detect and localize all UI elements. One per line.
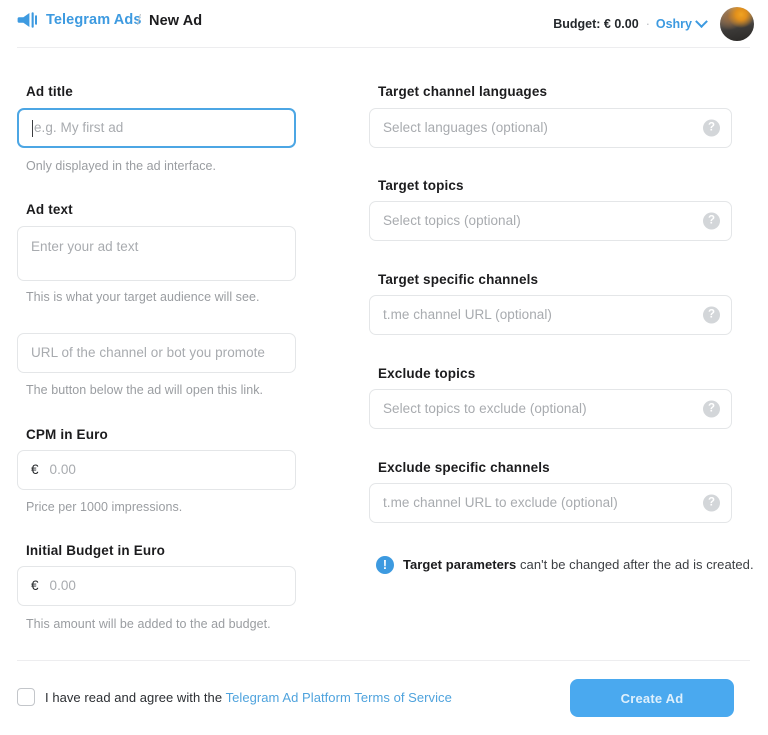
app-header: Telegram Ads / New Ad Budget: € 0.00 · O… [0, 0, 768, 47]
target-topics-label: Target topics [378, 178, 464, 193]
target-channels-label: Target specific channels [378, 272, 539, 287]
breadcrumb-separator: / [137, 13, 142, 29]
target-topics-input[interactable]: Select topics (optional) ? [369, 201, 732, 241]
terms-of-service-link[interactable]: Telegram Ad Platform Terms of Service [226, 690, 452, 705]
avatar[interactable] [720, 7, 754, 41]
target-topics-placeholder: Select topics (optional) [383, 213, 521, 229]
footer-divider [17, 660, 750, 661]
exclude-topics-input[interactable]: Select topics to exclude (optional) ? [369, 389, 732, 429]
cpm-placeholder: 0.00 [49, 462, 76, 478]
cpm-input[interactable]: € 0.00 [17, 450, 296, 490]
create-ad-button[interactable]: Create Ad [570, 679, 734, 717]
initial-budget-hint: This amount will be added to the ad budg… [26, 617, 271, 631]
breadcrumb-telegram-ads[interactable]: Telegram Ads [17, 11, 141, 29]
help-icon[interactable]: ? [703, 119, 720, 137]
terms-agreement-row: I have read and agree with the Telegram … [17, 688, 452, 706]
ad-title-placeholder: e.g. My first ad [34, 120, 124, 136]
euro-symbol: € [31, 462, 39, 478]
ad-title-input[interactable]: e.g. My first ad [17, 108, 296, 148]
terms-checkbox[interactable] [17, 688, 35, 706]
terms-label: I have read and agree with the Telegram … [45, 691, 452, 704]
ad-text-input[interactable]: Enter your ad text [17, 226, 296, 281]
ad-text-hint: This is what your target audience will s… [26, 290, 260, 304]
header-divider [17, 47, 750, 48]
ad-url-hint: The button below the ad will open this l… [26, 383, 264, 397]
ad-text-label: Ad text [26, 202, 73, 217]
ad-title-hint: Only displayed in the ad interface. [26, 159, 217, 173]
chevron-down-icon [695, 15, 708, 29]
notice-bold-text: Target parameters [403, 557, 517, 572]
help-icon[interactable]: ? [703, 494, 720, 512]
budget-user-dot: · [645, 17, 650, 31]
help-icon[interactable]: ? [703, 306, 720, 324]
ad-text-placeholder: Enter your ad text [31, 239, 139, 254]
megaphone-icon [17, 11, 38, 29]
exclude-channels-input[interactable]: t.me channel URL to exclude (optional) ? [369, 483, 732, 523]
target-parameters-notice: ! Target parameters can't be changed aft… [376, 556, 754, 574]
ad-title-label: Ad title [26, 84, 73, 99]
header-right-group: Budget: € 0.00 · Oshry [553, 7, 754, 41]
cpm-hint: Price per 1000 impressions. [26, 500, 183, 514]
text-caret [32, 119, 33, 137]
ad-url-placeholder: URL of the channel or bot you promote [31, 345, 265, 361]
exclude-channels-placeholder: t.me channel URL to exclude (optional) [383, 495, 618, 511]
target-languages-label: Target channel languages [378, 84, 548, 99]
initial-budget-input[interactable]: € 0.00 [17, 566, 296, 606]
ad-url-input[interactable]: URL of the channel or bot you promote [17, 333, 296, 373]
euro-symbol: € [31, 578, 39, 594]
target-channels-placeholder: t.me channel URL (optional) [383, 307, 552, 323]
info-icon: ! [376, 556, 394, 574]
exclude-channels-label: Exclude specific channels [378, 460, 550, 475]
help-icon[interactable]: ? [703, 212, 720, 230]
exclude-topics-placeholder: Select topics to exclude (optional) [383, 401, 587, 417]
brand-label: Telegram Ads [46, 11, 142, 28]
user-menu-button[interactable]: Oshry [655, 15, 708, 31]
notice-rest-text: can't be changed after the ad is created… [516, 557, 754, 572]
help-icon[interactable]: ? [703, 400, 720, 418]
initial-budget-placeholder: 0.00 [49, 578, 76, 594]
target-languages-placeholder: Select languages (optional) [383, 120, 548, 136]
new-ad-page: Telegram Ads / New Ad Budget: € 0.00 · O… [0, 0, 768, 735]
target-languages-input[interactable]: Select languages (optional) ? [369, 108, 732, 148]
budget-display: Budget: € 0.00 [553, 17, 639, 31]
user-name-label: Oshry [655, 17, 692, 31]
notice-text: Target parameters can't be changed after… [403, 556, 754, 574]
terms-label-text: I have read and agree with the [45, 689, 226, 705]
initial-budget-label: Initial Budget in Euro [26, 543, 166, 558]
cpm-label: CPM in Euro [26, 427, 108, 442]
page-title: New Ad [149, 13, 203, 29]
exclude-topics-label: Exclude topics [378, 366, 476, 381]
target-channels-input[interactable]: t.me channel URL (optional) ? [369, 295, 732, 335]
